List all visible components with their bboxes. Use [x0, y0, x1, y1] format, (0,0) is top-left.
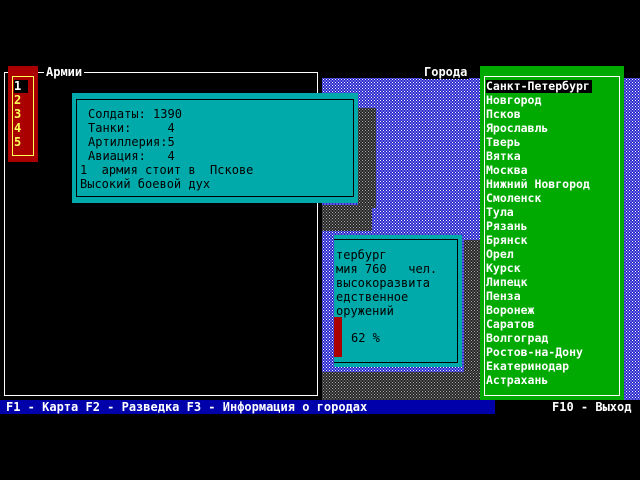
armies-title: Армии — [44, 65, 85, 79]
city-item[interactable]: Ростов-на-Дону — [486, 346, 585, 359]
army-info-popup: Солдаты: 1390 Танки: 4 Артиллерия:5 Авиа… — [72, 93, 358, 203]
status-bar-hotkeys: F1 - Карта F2 - Разведка F3 - Информация… — [6, 400, 368, 414]
city-item[interactable]: Санкт-Петербург — [486, 80, 592, 93]
city-progress-bar — [334, 317, 342, 357]
army-item-4[interactable]: 4 — [14, 122, 28, 135]
exit-hotkey[interactable]: F10 - Выход — [552, 400, 631, 414]
city-item[interactable]: Орел — [486, 248, 516, 261]
army-location: 1 армия стоит в Пскове — [80, 163, 254, 177]
city-info-development: высокоразвита — [336, 276, 430, 290]
city-item[interactable]: Воронеж — [486, 304, 536, 317]
city-info-weapons: оружений — [336, 304, 394, 318]
city-info-production: едственное — [336, 290, 409, 304]
city-item[interactable]: Рязань — [486, 220, 530, 233]
city-item[interactable]: Псков — [486, 108, 523, 121]
city-item[interactable]: Вятка — [486, 150, 523, 163]
army-aviation: Авиация: 4 — [88, 149, 175, 163]
army-tanks: Танки: 4 — [88, 121, 175, 135]
army-item-5[interactable]: 5 — [14, 136, 28, 149]
city-item[interactable]: Липецк — [486, 276, 530, 289]
shadow-strip — [322, 205, 372, 231]
city-info-popup: тербург мия 760 чел. высокоразвита едств… — [334, 235, 462, 367]
city-item[interactable]: Волгоград — [486, 332, 550, 345]
army-info-shadow — [358, 108, 376, 208]
city-item[interactable]: Смоленск — [486, 192, 543, 205]
army-item-2[interactable]: 2 — [14, 94, 28, 107]
city-item[interactable]: Ярославль — [486, 122, 550, 135]
city-item[interactable]: Саратов — [486, 318, 536, 331]
city-item[interactable]: Астрахань — [486, 374, 550, 387]
city-item[interactable]: Курск — [486, 262, 523, 275]
city-item[interactable]: Тверь — [486, 136, 523, 149]
city-item[interactable]: Пенза — [486, 290, 523, 303]
cities-title: Города — [422, 65, 470, 79]
city-info-shadow — [322, 372, 480, 400]
cities-panel: Санкт-Петербург Новгород Псков Ярославль… — [480, 66, 624, 400]
army-item-1[interactable]: 1 — [14, 80, 28, 93]
army-artillery: Артиллерия:5 — [88, 135, 175, 149]
city-info-percent: 62 % — [351, 331, 380, 345]
city-item[interactable]: Нижний Новгород — [486, 178, 592, 191]
city-info-name: тербург — [336, 248, 387, 262]
army-list: 1 2 3 4 5 — [8, 66, 38, 162]
city-item[interactable]: Новгород — [486, 94, 543, 107]
city-item[interactable]: Екатеринодар — [486, 360, 571, 373]
city-item[interactable]: Москва — [486, 164, 530, 177]
city-info-shadow-right — [464, 240, 480, 372]
city-item[interactable]: Брянск — [486, 234, 530, 247]
army-item-3[interactable]: 3 — [14, 108, 28, 121]
city-info-army: мия 760 чел. — [336, 262, 438, 276]
army-soldiers: Солдаты: 1390 — [88, 107, 182, 121]
city-item[interactable]: Тула — [486, 206, 516, 219]
army-morale: Высокий боевой дух — [80, 177, 211, 191]
